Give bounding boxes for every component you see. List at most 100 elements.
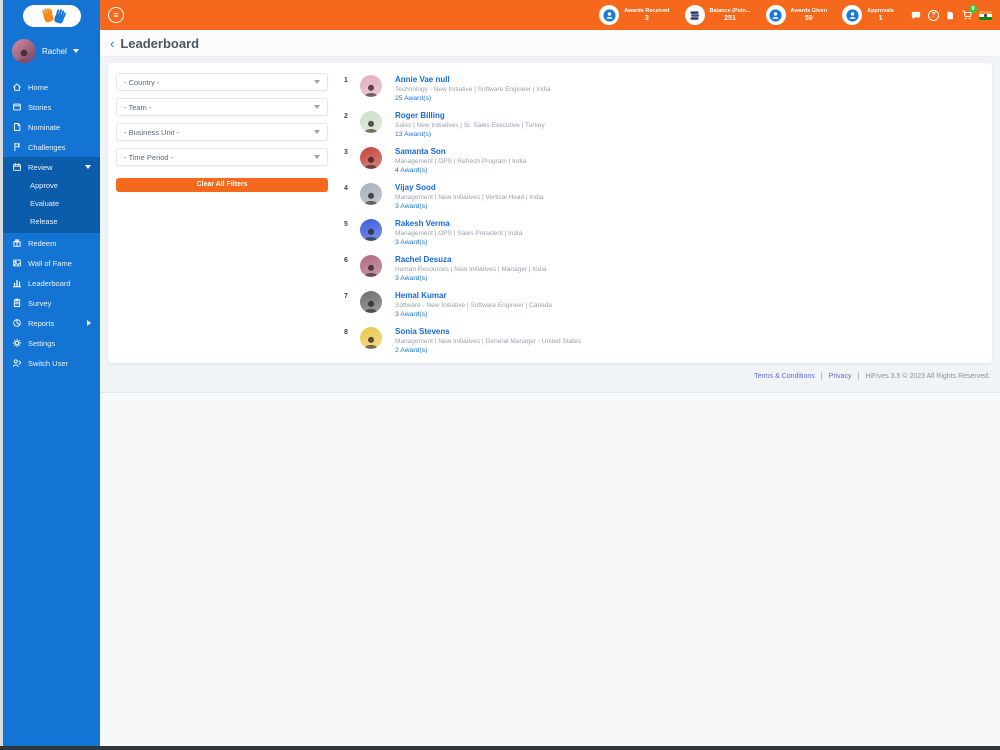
- member-avatar: [360, 327, 382, 349]
- medal-icon: [599, 5, 620, 25]
- footer-link-terms-conditions[interactable]: Terms & Conditions: [754, 373, 815, 380]
- leaderboard-row: 2 Roger Billing Sales | New Initiatives | …: [344, 111, 984, 138]
- sidebar-item-nominate[interactable]: Nominate: [3, 117, 100, 137]
- app-logo[interactable]: [22, 5, 81, 27]
- chevron-down-icon: [85, 165, 91, 169]
- hamburger-menu-icon[interactable]: ≡: [108, 7, 124, 23]
- bottom-edge-bar: [0, 746, 1000, 750]
- member-detail: Management | OPS | Refresh Program | Ind…: [395, 158, 527, 165]
- member-text: Hemal Kumar Software - New Initiative | S…: [395, 291, 552, 318]
- rank-number: 2: [344, 113, 348, 120]
- back-chevron-icon[interactable]: ‹: [110, 37, 114, 50]
- stat-approvals[interactable]: Approvals 1: [842, 5, 894, 25]
- stat-text: Awards Received 3: [624, 8, 669, 23]
- footer-separator: |: [857, 373, 860, 380]
- chevron-down-icon: [314, 130, 320, 134]
- chevron-down-icon: [314, 155, 320, 159]
- sidebar-item-switch-user[interactable]: Switch User: [3, 353, 100, 373]
- member-text: Annie Vae null Technology - New Initiativ…: [395, 75, 551, 102]
- leaderboard-row: 8 Sonia Stevens Management | New Initiativ…: [344, 327, 984, 354]
- awards-count-link[interactable]: 2 Award(s): [395, 347, 581, 354]
- sidebar-item-reports[interactable]: Reports: [3, 313, 100, 333]
- business-unit-filter-select[interactable]: - Business Unit -: [116, 123, 328, 141]
- member-name-link[interactable]: Vijay Sood: [395, 183, 544, 192]
- sidebar-item-label: Nominate: [28, 122, 61, 132]
- rank-number: 8: [344, 329, 348, 336]
- copyright-text: HiFives 3.5 © 2023 All Rights Reserved.: [865, 373, 990, 380]
- member-avatar: [360, 147, 382, 169]
- rank-number: 4: [344, 185, 348, 192]
- member-name-link[interactable]: Samanta Son: [395, 147, 526, 156]
- sidebar-item-redeem[interactable]: Redeem: [3, 233, 100, 253]
- awards-count-link[interactable]: 3 Award(s): [395, 203, 544, 210]
- user-menu[interactable]: Rachel: [3, 27, 100, 71]
- team-filter-select[interactable]: - Team -: [116, 98, 328, 116]
- awards-count-link[interactable]: 3 Award(s): [395, 275, 546, 282]
- sidebar-item-review[interactable]: Review: [3, 157, 100, 177]
- member-avatar: [360, 111, 382, 133]
- help-icon[interactable]: ?: [928, 9, 939, 21]
- awards-count-link[interactable]: 3 Award(s): [395, 239, 522, 246]
- stat-awards-received[interactable]: Awards Received 3: [599, 5, 670, 25]
- chevron-down-icon: [314, 80, 320, 84]
- stat-balance-poin[interactable]: Balance (Poin... 251: [684, 5, 751, 25]
- member-detail: Software - New Initiative | Software Eng…: [395, 302, 552, 309]
- document-icon[interactable]: [945, 10, 955, 21]
- member-name-link[interactable]: Rachel Desuza: [395, 255, 546, 264]
- awards-count-link[interactable]: 13 Award(s): [395, 131, 545, 138]
- filter-selected-value: - Team -: [124, 102, 152, 112]
- member-name-link[interactable]: Hemal Kumar: [395, 291, 552, 300]
- quick-icons: ? 9: [910, 5, 992, 21]
- sidebar: Rachel Home Stories Nominate Challenges Revi…: [0, 0, 100, 746]
- awards-count-link[interactable]: 3 Award(s): [395, 311, 552, 318]
- sidebar-item-label: Review: [28, 162, 53, 172]
- member-name-link[interactable]: Sonia Stevens: [395, 327, 581, 336]
- sidebar-subitem-release[interactable]: Release: [3, 213, 100, 231]
- hifives-hands-icon: [41, 8, 66, 24]
- member-detail: Management | New Initiatives | General M…: [395, 338, 581, 345]
- leaderboard-row: 6 Rachel Desuza Human Resources | New Init…: [344, 255, 984, 282]
- nominate-icon: [12, 122, 22, 132]
- wall-of-fame-icon: [12, 258, 22, 268]
- sidebar-item-stories[interactable]: Stories: [3, 97, 100, 117]
- awards-count-link[interactable]: 4 Award(s): [395, 167, 526, 174]
- menu-group-review: Review Approve Evaluate Release: [3, 157, 100, 233]
- clear-all-filters-button[interactable]: Clear All Filters: [116, 177, 328, 192]
- sidebar-item-survey[interactable]: Survey: [3, 293, 100, 313]
- sidebar-item-label: Survey: [28, 298, 52, 308]
- sidebar-item-challenges[interactable]: Challenges: [3, 137, 100, 157]
- footer-link-privacy[interactable]: Privacy: [829, 373, 852, 380]
- sidebar-item-home[interactable]: Home: [3, 77, 100, 97]
- rank-number: 6: [344, 257, 348, 264]
- sidebar-item-leaderboard[interactable]: Leaderboard: [3, 273, 100, 293]
- member-detail: Management | OPS | Sales President | Ind…: [395, 230, 523, 237]
- chat-icon[interactable]: [910, 10, 922, 21]
- medal-icon: [765, 5, 786, 25]
- country-filter-select[interactable]: - Country -: [116, 73, 328, 91]
- member-avatar: [360, 291, 382, 313]
- cart-icon[interactable]: 9: [961, 5, 977, 21]
- page-title: Leaderboard: [120, 35, 200, 51]
- sidebar-subitem-approve[interactable]: Approve: [3, 177, 100, 195]
- member-name-link[interactable]: Rakesh Verma: [395, 219, 522, 228]
- main-area: ≡ Awards Received 3 Balance (Poin... 251 Awa…: [100, 0, 1000, 746]
- sidebar-item-wall-of-fame[interactable]: Wall of Fame: [3, 253, 100, 273]
- sidebar-subitem-evaluate[interactable]: Evaluate: [3, 195, 100, 213]
- sidebar-item-settings[interactable]: Settings: [3, 333, 100, 353]
- member-detail: Sales | New Initiatives | Sr. Sales Exec…: [395, 122, 545, 129]
- stat-value: 3: [644, 15, 649, 23]
- member-name-link[interactable]: Roger Billing: [395, 111, 545, 120]
- stat-label: Approvals: [867, 7, 894, 14]
- sidebar-item-label: Home: [28, 82, 49, 92]
- member-name-link[interactable]: Annie Vae null: [395, 75, 551, 84]
- sidebar-item-label: Leaderboard: [28, 278, 71, 288]
- time-period-filter-select[interactable]: - Time Period -: [116, 148, 328, 166]
- leaderboard-row: 1 Annie Vae null Technology - New Initiati…: [344, 75, 984, 102]
- challenges-icon: [12, 142, 22, 152]
- help-question-glyph: ?: [928, 9, 939, 21]
- awards-count-link[interactable]: 25 Award(s): [395, 95, 551, 102]
- stat-awards-given[interactable]: Awards Given 59: [765, 5, 827, 25]
- topbar: ≡ Awards Received 3 Balance (Poin... 251 Awa…: [100, 0, 1000, 30]
- stat-value: 251: [724, 15, 736, 23]
- flag-india-icon[interactable]: [979, 10, 992, 20]
